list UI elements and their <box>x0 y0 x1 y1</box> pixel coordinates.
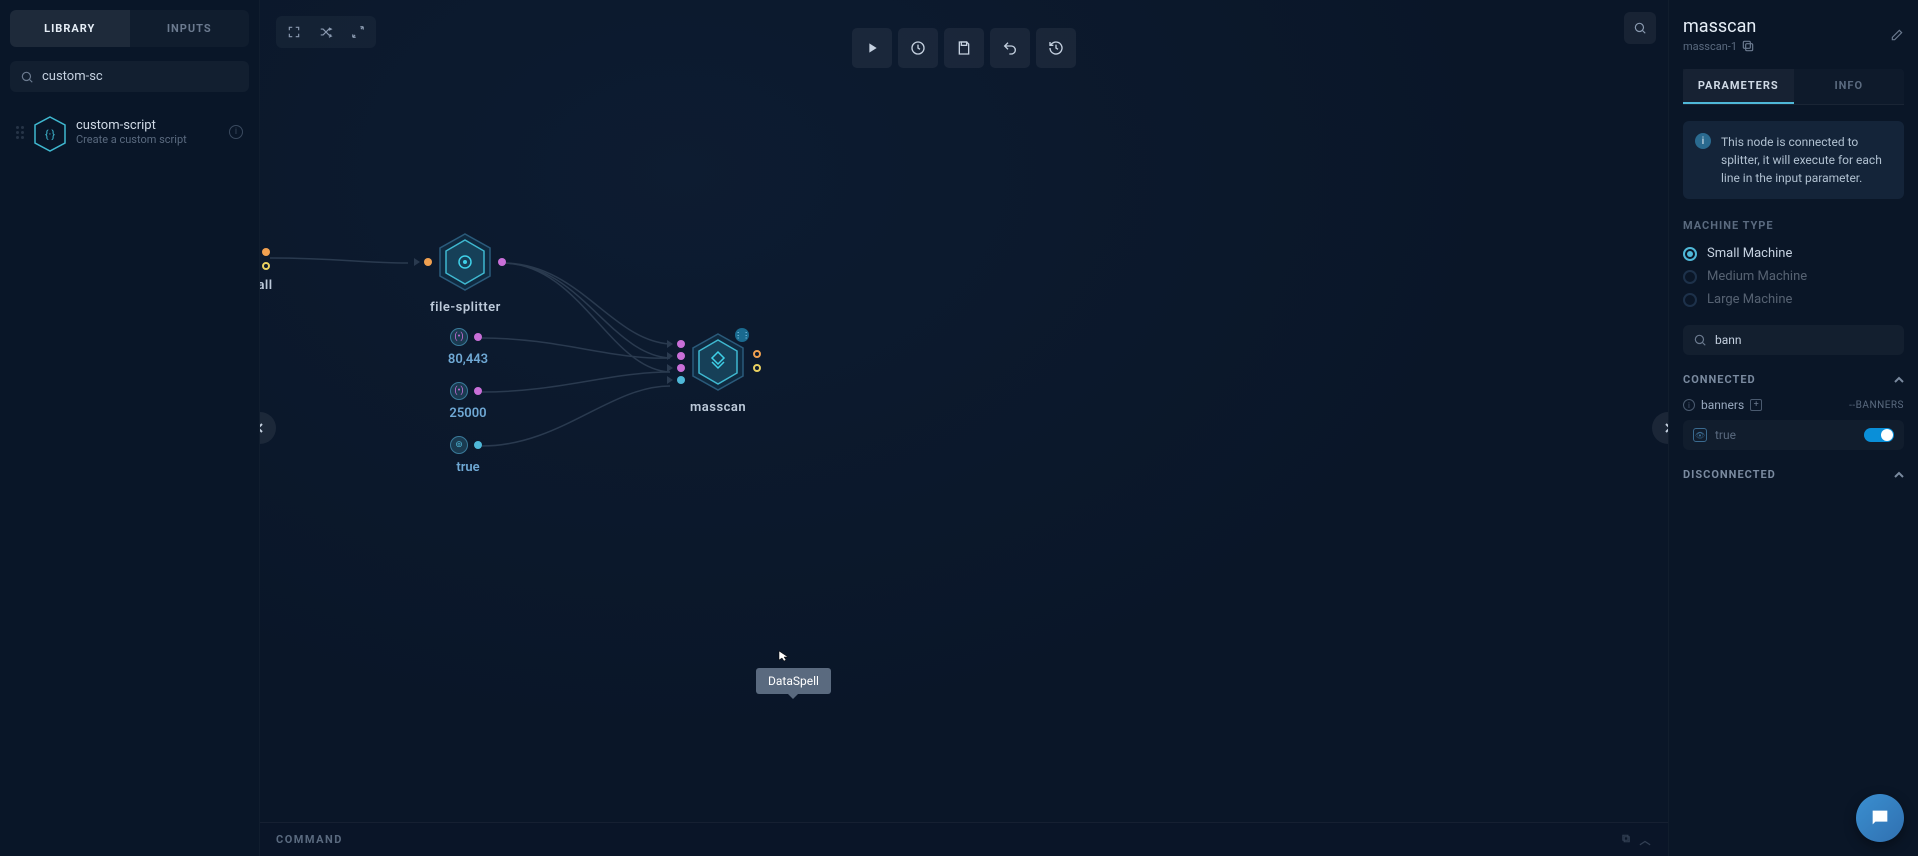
node-ports-label: 80,443 <box>438 352 498 367</box>
node-file-splitter[interactable]: file-splitter <box>430 232 501 315</box>
info-icon[interactable]: i <box>1683 399 1695 411</box>
right-tabs: PARAMETERS INFO <box>1683 69 1904 105</box>
canvas-wires <box>260 0 1668 856</box>
disconnected-section-header[interactable]: DISCONNECTED <box>1683 468 1904 481</box>
radio-label: Large Machine <box>1707 292 1792 307</box>
library-item-subtitle: Create a custom script <box>76 133 229 146</box>
undo-button[interactable] <box>990 28 1030 68</box>
chevron-up-icon <box>1894 375 1904 385</box>
radio-icon <box>1683 247 1697 261</box>
param-name: banners <box>1701 398 1744 412</box>
param-search-input[interactable] <box>1715 333 1894 347</box>
info-icon: i <box>1695 133 1711 149</box>
drag-handle-icon[interactable] <box>16 126 26 139</box>
radio-icon <box>1683 293 1697 307</box>
canvas-prev-button[interactable] <box>260 412 276 444</box>
connected-label: CONNECTED <box>1683 373 1756 386</box>
canvas-search-button[interactable] <box>1624 12 1656 44</box>
workflow-canvas[interactable]: t-all file-splitter (•) 80,443 <box>260 0 1668 856</box>
node-masscan-label: masscan <box>690 400 746 415</box>
radio-label: Small Machine <box>1707 246 1792 261</box>
command-collapse-icon[interactable]: ︿ <box>1640 832 1653 848</box>
shuffle-button[interactable] <box>312 20 340 44</box>
chat-icon <box>1869 807 1891 829</box>
node-file-splitter-label: file-splitter <box>430 300 501 315</box>
param-banners-row: i banners + --BANNERS <box>1683 398 1904 412</box>
library-search-wrap[interactable] <box>10 61 249 92</box>
notice-text: This node is connected to splitter, it w… <box>1721 133 1892 187</box>
node-ports[interactable]: (•) 80,443 <box>438 328 498 367</box>
radio-label: Medium Machine <box>1707 269 1807 284</box>
play-button[interactable] <box>852 28 892 68</box>
node-title: masscan <box>1683 16 1756 37</box>
info-icon[interactable]: i <box>229 125 243 139</box>
splitter-badge-icon: ⋮⋮ <box>735 328 749 342</box>
node-true[interactable]: ⊚ true <box>438 436 498 475</box>
copy-icon[interactable] <box>1741 39 1755 53</box>
tab-parameters[interactable]: PARAMETERS <box>1683 69 1794 104</box>
custom-script-icon: {·} <box>34 116 66 148</box>
command-label: COMMAND <box>276 833 343 846</box>
search-icon <box>1693 333 1707 347</box>
tab-info[interactable]: INFO <box>1794 69 1905 104</box>
param-banners-value-row: 👁 true <box>1683 420 1904 450</box>
schedule-button[interactable] <box>898 28 938 68</box>
node-t-all-label: t-all <box>260 278 280 293</box>
command-bar[interactable]: COMMAND ⧉ ︿ <box>260 822 1668 856</box>
add-param-icon[interactable]: + <box>1750 399 1762 411</box>
radio-large-machine[interactable]: Large Machine <box>1683 288 1904 311</box>
visibility-icon[interactable]: 👁 <box>1693 428 1707 442</box>
node-true-label: true <box>438 460 498 475</box>
sidebar-right: masscan masscan-1 PARAMETERS INFO i This… <box>1668 0 1918 856</box>
canvas-view-toolbar <box>276 16 376 48</box>
param-flag: --BANNERS <box>1849 400 1904 411</box>
param-banners-toggle[interactable] <box>1864 428 1894 442</box>
expand-button[interactable] <box>344 20 372 44</box>
library-item-title: custom-script <box>76 118 229 133</box>
node-rate[interactable]: (•) 25000 <box>438 382 498 421</box>
disconnected-label: DISCONNECTED <box>1683 468 1776 481</box>
node-t-all[interactable]: t-all <box>260 250 280 293</box>
machine-type-label: MACHINE TYPE <box>1683 219 1904 232</box>
sidebar-left: LIBRARY INPUTS {·} custom-script Create … <box>0 0 260 856</box>
library-search-input[interactable] <box>42 69 239 84</box>
node-id: masscan-1 <box>1683 40 1737 53</box>
param-value: true <box>1715 428 1736 442</box>
search-icon <box>20 70 34 84</box>
tab-library[interactable]: LIBRARY <box>10 10 130 47</box>
radio-icon <box>1683 270 1697 284</box>
tooltip-dataspell: DataSpell <box>756 668 831 694</box>
svg-text:{·}: {·} <box>45 128 56 141</box>
tab-inputs[interactable]: INPUTS <box>130 10 250 47</box>
history-button[interactable] <box>1036 28 1076 68</box>
fullscreen-button[interactable] <box>280 20 308 44</box>
connected-section-header[interactable]: CONNECTED <box>1683 373 1904 386</box>
param-search-wrap[interactable] <box>1683 325 1904 355</box>
canvas-next-button[interactable] <box>1652 412 1668 444</box>
save-button[interactable] <box>944 28 984 68</box>
command-copy-icon[interactable]: ⧉ <box>1622 832 1631 848</box>
radio-small-machine[interactable]: Small Machine <box>1683 242 1904 265</box>
edit-icon[interactable] <box>1890 28 1904 42</box>
node-rate-label: 25000 <box>438 406 498 421</box>
left-tabs: LIBRARY INPUTS <box>10 10 249 47</box>
canvas-run-toolbar <box>852 28 1076 68</box>
library-item-custom-script[interactable]: {·} custom-script Create a custom script… <box>10 106 249 158</box>
chevron-up-icon <box>1894 470 1904 480</box>
cursor-icon <box>778 650 790 662</box>
chat-fab[interactable] <box>1856 794 1904 842</box>
radio-medium-machine[interactable]: Medium Machine <box>1683 265 1904 288</box>
node-masscan[interactable]: ⋮⋮ masscan <box>690 332 746 415</box>
splitter-notice: i This node is connected to splitter, it… <box>1683 121 1904 199</box>
